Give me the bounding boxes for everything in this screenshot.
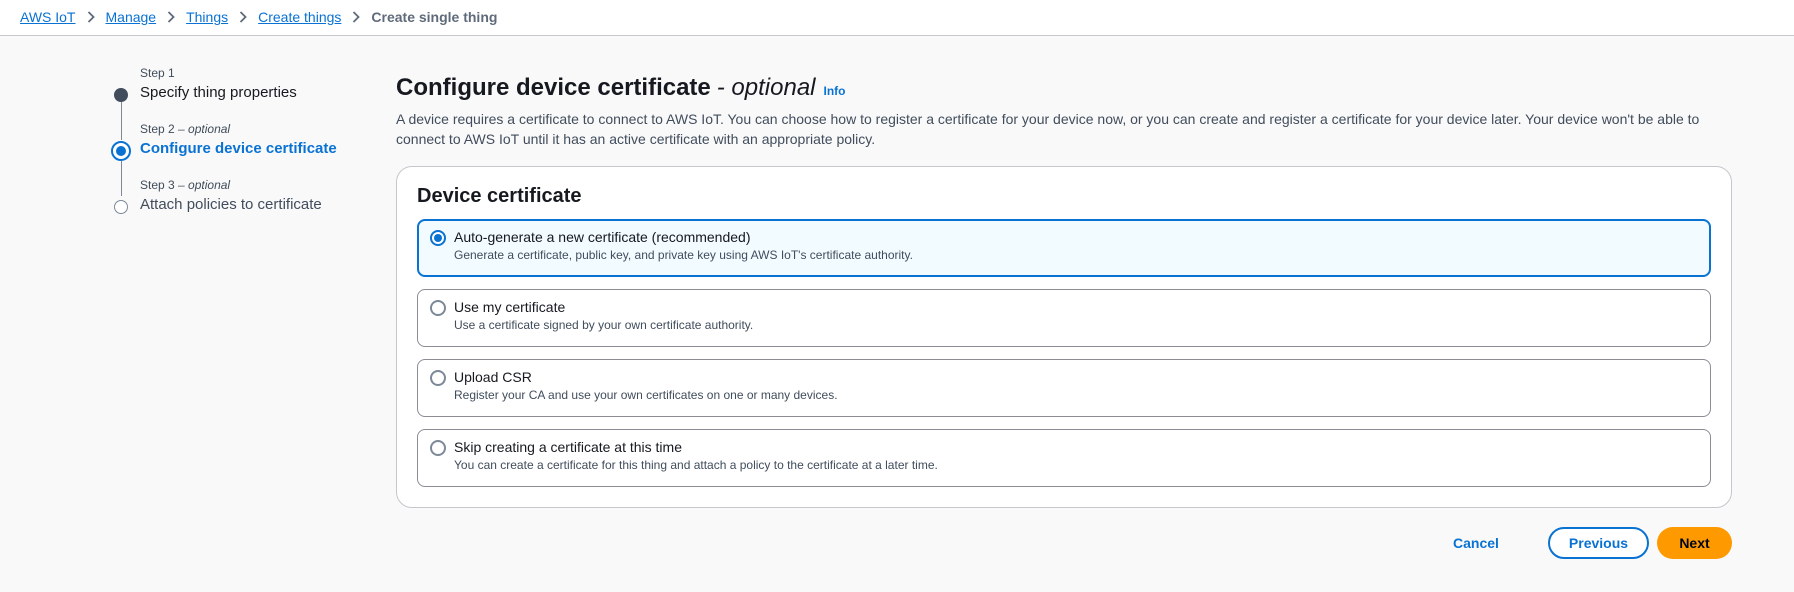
option-title: Auto-generate a new certificate (recomme… — [454, 229, 751, 245]
page-description: A device requires a certificate to conne… — [396, 111, 1700, 147]
chevron-right-icon — [76, 11, 106, 23]
device-certificate-container: Device certificate Auto-generate a new c… — [396, 166, 1732, 508]
option-description: Register your CA and use your own certif… — [454, 388, 838, 402]
chevron-right-icon — [228, 11, 258, 23]
page-title-text: Configure device certificate — [396, 74, 711, 101]
step-2-label: Step 2 – optional — [140, 122, 231, 136]
step-complete-icon — [114, 88, 128, 102]
option-auto-generate[interactable]: Auto-generate a new certificate (recomme… — [417, 219, 1711, 277]
breadcrumb-things[interactable]: Things — [186, 9, 228, 25]
option-description: Generate a certificate, public key, and … — [454, 248, 913, 262]
step-1-title[interactable]: Specify thing properties — [140, 84, 297, 101]
previous-button[interactable]: Previous — [1548, 527, 1649, 559]
info-link[interactable]: Info — [824, 84, 846, 98]
page-title: Configure device certificate - optional … — [396, 74, 846, 102]
option-title: Use my certificate — [454, 299, 566, 315]
step-pending-icon — [114, 200, 128, 214]
option-description: You can create a certificate for this th… — [454, 458, 938, 472]
breadcrumb-create-things[interactable]: Create things — [258, 9, 341, 25]
option-description: Use a certificate signed by your own cer… — [454, 318, 754, 332]
step-active-icon — [111, 141, 131, 161]
radio-button[interactable] — [430, 440, 446, 456]
container-title: Device certificate — [417, 185, 582, 207]
step-3-label: Step 3 – optional — [140, 178, 231, 192]
breadcrumb-aws-iot[interactable]: AWS IoT — [20, 9, 76, 25]
breadcrumb: AWS IoT Manage Things Create things Crea… — [20, 7, 497, 27]
option-use-my-certificate[interactable]: Use my certificate Use a certificate sig… — [417, 289, 1711, 347]
page-title-optional: - optional — [716, 74, 816, 101]
step-1-label: Step 1 — [140, 66, 175, 80]
option-upload-csr[interactable]: Upload CSR Register your CA and use your… — [417, 359, 1711, 417]
option-title: Skip creating a certificate at this time — [454, 439, 682, 455]
chevron-right-icon — [341, 11, 371, 23]
option-skip-certificate[interactable]: Skip creating a certificate at this time… — [417, 429, 1711, 487]
step-connector — [121, 161, 122, 196]
breadcrumb-current: Create single thing — [371, 9, 498, 25]
radio-button[interactable] — [430, 300, 446, 316]
step-connector — [121, 102, 122, 140]
breadcrumb-manage[interactable]: Manage — [106, 9, 157, 25]
chevron-right-icon — [156, 11, 186, 23]
step-2-title: Configure device certificate — [140, 140, 337, 157]
top-bar: AWS IoT Manage Things Create things Crea… — [0, 0, 1794, 36]
step-3-title: Attach policies to certificate — [140, 196, 322, 213]
radio-button-checked[interactable] — [430, 230, 446, 246]
wizard-actions: Cancel Previous Next — [396, 527, 1732, 559]
cancel-button[interactable]: Cancel — [1453, 527, 1499, 559]
radio-button[interactable] — [430, 370, 446, 386]
option-title: Upload CSR — [454, 369, 532, 385]
next-button[interactable]: Next — [1657, 527, 1732, 559]
